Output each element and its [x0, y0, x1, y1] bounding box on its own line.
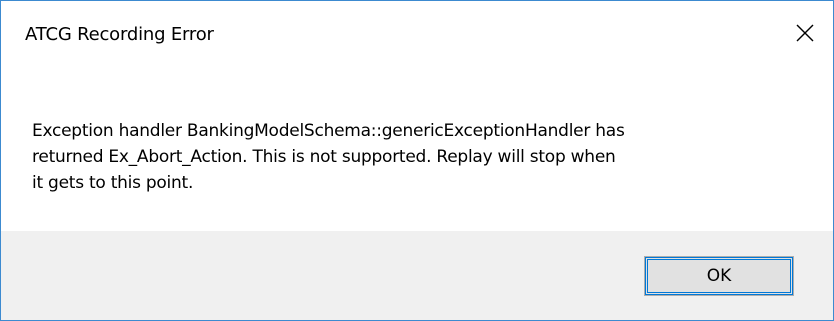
close-button[interactable]	[777, 1, 833, 65]
message-line-3: it gets to this point.	[32, 173, 194, 193]
title-bar[interactable]: ATCG Recording Error	[1, 1, 833, 83]
error-message: Exception handler BankingModelSchema::ge…	[32, 118, 802, 196]
ok-button-label: OK	[647, 259, 791, 293]
close-icon	[796, 24, 814, 42]
message-line-1: Exception handler BankingModelSchema::ge…	[32, 121, 625, 141]
dialog-title: ATCG Recording Error	[25, 24, 214, 45]
button-bar: OK	[1, 231, 833, 320]
ok-button[interactable]: OK	[644, 256, 794, 296]
message-line-2: returned Ex_Abort_Action. This is not su…	[32, 147, 616, 167]
error-dialog: ATCG Recording Error Exception handler B…	[0, 0, 834, 321]
dialog-content: Exception handler BankingModelSchema::ge…	[1, 83, 833, 231]
